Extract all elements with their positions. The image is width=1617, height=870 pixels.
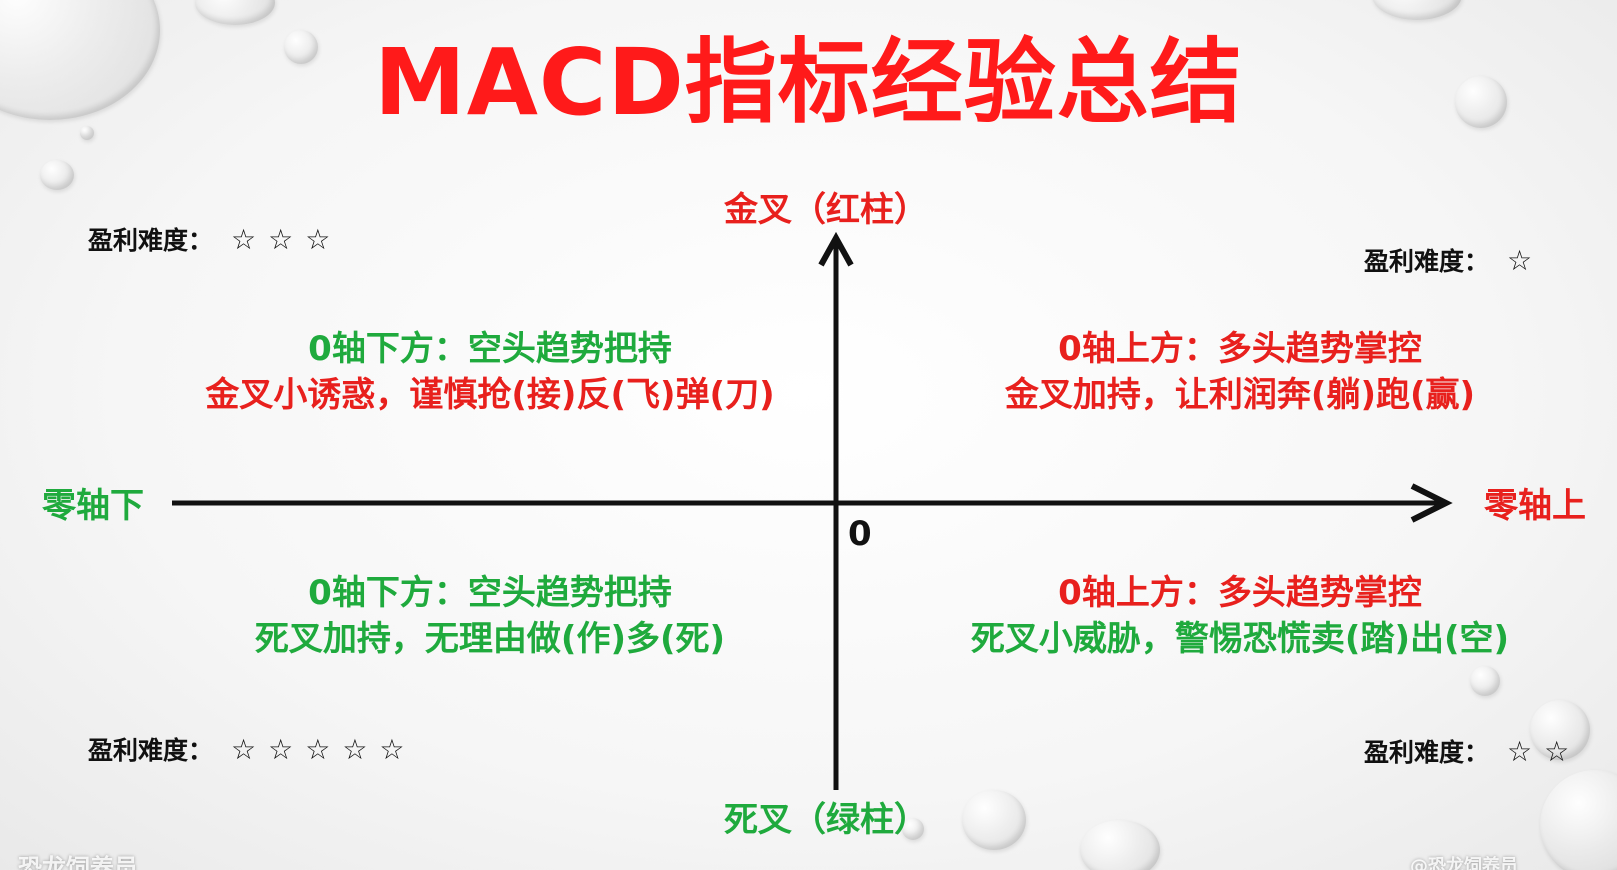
star-rating-icon: ☆☆☆☆☆: [231, 733, 417, 766]
quadrant-top-right-advice: 金叉加持，让利润奔(躺)跑(赢): [1004, 375, 1476, 415]
origin-label: 0: [848, 514, 872, 554]
rating-label: 盈利难度：: [1364, 247, 1490, 276]
quadrant-bottom-right-heading: 0轴上方：多头趋势掌控: [1058, 573, 1422, 613]
rating-label: 盈利难度：: [88, 226, 214, 255]
rating-label: 盈利难度：: [1364, 738, 1490, 767]
quadrant-bottom-right-advice: 死叉小威胁，警惕恐慌卖(踏)出(空): [970, 619, 1510, 659]
axis-label-top: 金叉（红柱）: [724, 190, 928, 230]
quadrant-top-right: 0轴上方：多头趋势掌控 金叉加持，让利润奔(躺)跑(赢): [900, 326, 1580, 418]
rating-bottom-right: 盈利难度： ☆☆: [1364, 737, 1581, 768]
star-rating-icon: ☆☆☆: [231, 223, 343, 256]
rating-top-right: 盈利难度： ☆: [1364, 246, 1544, 277]
quadrant-top-right-heading: 0轴上方：多头趋势掌控: [1058, 329, 1422, 369]
axis-label-bottom: 死叉（绿柱）: [724, 800, 928, 840]
axis-label-right: 零轴上: [1484, 486, 1586, 526]
rating-top-left: 盈利难度： ☆☆☆: [88, 225, 342, 256]
rating-label: 盈利难度：: [88, 736, 214, 765]
axis-label-left: 零轴下: [42, 486, 144, 526]
quadrant-bottom-right: 0轴上方：多头趋势掌控 死叉小威胁，警惕恐慌卖(踏)出(空): [880, 570, 1600, 662]
star-rating-icon: ☆: [1507, 244, 1545, 277]
quadrant-bottom-left: 0轴下方：空头趋势把持 死叉加持，无理由做(作)多(死): [160, 570, 820, 662]
watermark-left: 恐龙饲养员: [18, 854, 138, 870]
quadrant-top-left: 0轴下方：空头趋势把持 金叉小诱惑，谨慎抢(接)反(飞)弹(刀): [160, 326, 820, 418]
quadrant-bottom-left-advice: 死叉加持，无理由做(作)多(死): [254, 619, 726, 659]
watermark-right: @恐龙饲养员: [1410, 856, 1518, 870]
star-rating-icon: ☆☆: [1507, 735, 1582, 768]
quadrant-top-left-heading: 0轴下方：空头趋势把持: [308, 329, 672, 369]
quadrant-top-left-advice: 金叉小诱惑，谨慎抢(接)反(飞)弹(刀): [205, 375, 775, 415]
quadrant-bottom-left-heading: 0轴下方：空头趋势把持: [308, 573, 672, 613]
rating-bottom-left: 盈利难度： ☆☆☆☆☆: [88, 735, 417, 766]
